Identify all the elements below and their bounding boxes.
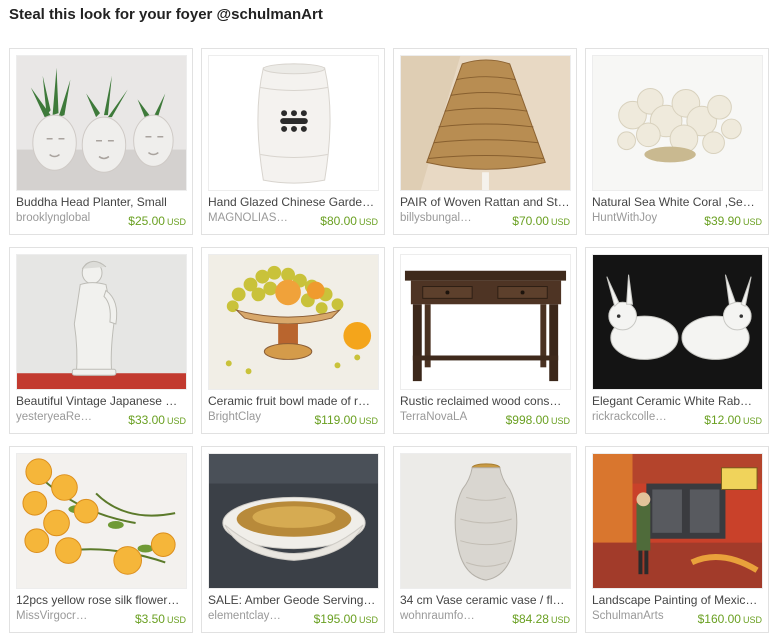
price-value: $119.00	[314, 413, 357, 427]
product-price: $33.00 USD	[128, 413, 186, 427]
price-currency: USD	[358, 416, 378, 426]
product-name[interactable]: Beautiful Vintage Japanese …	[16, 394, 187, 408]
product-price: $12.00 USD	[704, 413, 762, 427]
product-card[interactable]: Buddha Head Planter, Small brooklyngloba…	[9, 48, 193, 235]
price-value: $998.00	[505, 413, 549, 427]
price-value: $33.00	[128, 413, 165, 427]
price-currency: USD	[166, 615, 186, 625]
price-value: $84.28	[512, 612, 549, 626]
product-image-geode-bowl[interactable]	[208, 453, 379, 589]
product-image-rattan-shade[interactable]	[400, 55, 571, 191]
product-card[interactable]: PAIR of Woven Rattan and St… billysbunga…	[393, 48, 577, 235]
price-value: $70.00	[512, 214, 549, 228]
shop-name[interactable]: BrightClay	[208, 411, 308, 423]
product-name[interactable]: Buddha Head Planter, Small	[16, 195, 187, 209]
product-price: $25.00 USD	[128, 214, 186, 228]
shop-name[interactable]: SchulmanArts	[592, 610, 692, 622]
shop-name[interactable]: HuntWithJoy	[592, 212, 692, 224]
product-image-white-coral[interactable]	[592, 55, 763, 191]
shop-name[interactable]: brooklynglobal	[16, 212, 116, 224]
product-price: $39.90 USD	[704, 214, 762, 228]
product-name[interactable]: Natural Sea White Coral ,Se…	[592, 195, 763, 209]
product-image-console-table[interactable]	[400, 254, 571, 390]
shop-name[interactable]: MissVirgocr…	[16, 610, 116, 622]
price-value: $160.00	[697, 612, 741, 626]
product-name[interactable]: SALE: Amber Geode Serving…	[208, 593, 379, 607]
price-currency: USD	[550, 416, 570, 426]
product-image-ceramic-vase[interactable]	[400, 453, 571, 589]
shop-name[interactable]: yesteryeaRe…	[16, 411, 116, 423]
product-card[interactable]: 34 cm Vase ceramic vase / fl… wohnraumfo…	[393, 446, 577, 633]
product-name[interactable]: Ceramic fruit bowl made of r…	[208, 394, 379, 408]
price-currency: USD	[166, 217, 186, 227]
product-card[interactable]: Ceramic fruit bowl made of r… BrightClay…	[201, 247, 385, 434]
product-price: $119.00 USD	[314, 413, 378, 427]
product-card[interactable]: Landscape Painting of Mexic… SchulmanArt…	[585, 446, 769, 633]
product-name[interactable]: PAIR of Woven Rattan and St…	[400, 195, 571, 209]
price-currency: USD	[358, 217, 378, 227]
price-value: $12.00	[704, 413, 741, 427]
price-currency: USD	[742, 615, 762, 625]
product-card[interactable]: Natural Sea White Coral ,Se… HuntWithJoy…	[585, 48, 769, 235]
page-title: Steal this look for your foyer @schulman…	[9, 6, 323, 23]
product-image-fruit-bowl[interactable]	[208, 254, 379, 390]
product-image-mexico-painting[interactable]	[592, 453, 763, 589]
product-name[interactable]: 34 cm Vase ceramic vase / fl…	[400, 593, 571, 607]
product-card[interactable]: 12pcs yellow rose silk flower… MissVirgo…	[9, 446, 193, 633]
product-price: $998.00 USD	[506, 413, 570, 427]
product-name[interactable]: Hand Glazed Chinese Garde…	[208, 195, 379, 209]
product-name[interactable]: 12pcs yellow rose silk flower…	[16, 593, 187, 607]
product-image-garden-stool[interactable]	[208, 55, 379, 191]
shop-name[interactable]: TerraNovaLA	[400, 411, 500, 423]
product-card[interactable]: Elegant Ceramic White Rab… rickrackcolle…	[585, 247, 769, 434]
shop-name[interactable]: billysbungal…	[400, 212, 500, 224]
price-currency: USD	[358, 615, 378, 625]
price-currency: USD	[550, 615, 570, 625]
shop-name[interactable]: wohnraumfo…	[400, 610, 500, 622]
product-price: $84.28 USD	[512, 612, 570, 626]
product-price: $160.00 USD	[698, 612, 762, 626]
product-card[interactable]: Beautiful Vintage Japanese … yesteryeaRe…	[9, 247, 193, 434]
price-currency: USD	[550, 217, 570, 227]
product-name[interactable]: Elegant Ceramic White Rab…	[592, 394, 763, 408]
shop-name[interactable]: MAGNOLIAS…	[208, 212, 308, 224]
product-grid: Buddha Head Planter, Small brooklyngloba…	[9, 48, 777, 633]
product-name[interactable]: Landscape Painting of Mexic…	[592, 593, 763, 607]
product-card[interactable]: SALE: Amber Geode Serving… elementclay… …	[201, 446, 385, 633]
product-price: $80.00 USD	[320, 214, 378, 228]
product-price: $3.50 USD	[135, 612, 186, 626]
product-image-yellow-roses[interactable]	[16, 453, 187, 589]
product-image-buddha-planters[interactable]	[16, 55, 187, 191]
product-name[interactable]: Rustic reclaimed wood cons…	[400, 394, 571, 408]
price-value: $195.00	[313, 612, 357, 626]
shop-name[interactable]: elementclay…	[208, 610, 308, 622]
price-value: $25.00	[128, 214, 165, 228]
price-currency: USD	[742, 217, 762, 227]
product-image-ceramic-rabbits[interactable]	[592, 254, 763, 390]
product-card[interactable]: Rustic reclaimed wood cons… TerraNovaLA …	[393, 247, 577, 434]
product-card[interactable]: Hand Glazed Chinese Garde… MAGNOLIAS… $8…	[201, 48, 385, 235]
price-value: $39.90	[704, 214, 741, 228]
shop-name[interactable]: rickrackcolle…	[592, 411, 692, 423]
product-image-japanese-figurine[interactable]	[16, 254, 187, 390]
price-value: $80.00	[320, 214, 357, 228]
price-value: $3.50	[134, 612, 165, 626]
product-price: $195.00 USD	[314, 612, 378, 626]
price-currency: USD	[742, 416, 762, 426]
product-price: $70.00 USD	[512, 214, 570, 228]
price-currency: USD	[166, 416, 186, 426]
